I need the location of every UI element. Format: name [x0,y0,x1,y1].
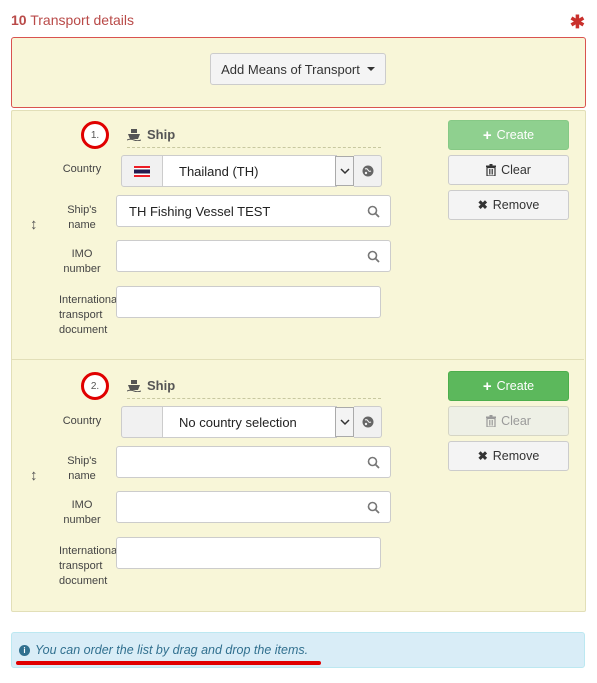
globe-icon [362,416,373,428]
section-title: 10 Transport details [11,12,134,28]
clear-button[interactable]: Clear [448,406,569,436]
ships-name-search-button[interactable] [356,446,391,478]
ship-icon [127,380,141,392]
item-number-badge: 2. [81,372,109,400]
imo-search-button[interactable] [356,491,391,523]
highlight-underline [16,661,321,665]
clear-button-label: Clear [501,163,531,177]
ships-name-label-line1: Ship's [67,204,97,216]
ships-name-label: Ship's name [58,203,106,233]
ships-name-label-line2: name [68,219,96,231]
ships-name-label: Ship's name [58,454,106,484]
search-icon [367,501,380,514]
imo-label-line2: number [63,514,101,526]
itd-label-line3: document [59,324,108,336]
itd-label-line2: transport [59,309,103,321]
imo-label-line2: number [63,263,101,275]
section-title-text: Transport details [30,12,134,28]
create-button-label: Create [496,379,535,393]
transport-type-heading: Ship [127,127,175,142]
itd-label: International transport document [59,544,116,589]
chevron-down-icon [339,167,350,174]
itd-label-line2: transport [59,560,103,572]
country-select-value: Thailand (TH) [179,163,259,179]
add-means-of-transport-button[interactable]: Add Means of Transport [210,53,386,85]
close-icon: ✖ [477,198,488,212]
country-select[interactable]: Thailand (TH) [163,155,337,187]
add-means-of-transport-label: Add Means of Transport [221,61,360,77]
remove-button[interactable]: ✖ Remove [448,441,569,471]
clear-button-label: Clear [501,414,531,428]
ships-name-input[interactable] [116,446,357,478]
ships-name-value: TH Fishing Vessel TEST [129,203,271,219]
plus-icon: + [482,377,492,395]
ships-name-input[interactable]: TH Fishing Vessel TEST [116,195,357,227]
itd-label-line1: International [59,294,116,306]
country-globe-button[interactable] [354,155,382,187]
thailand-flag-icon [134,165,150,177]
country-flag [121,155,163,187]
create-button[interactable]: + Create [448,371,569,401]
transport-type-label: Ship [147,127,176,142]
globe-icon [362,165,373,177]
section-number: 10 [11,12,27,28]
itd-label-line1: International [59,545,116,557]
drag-handle-icon[interactable]: ↕ [30,467,38,484]
heading-dashed-line [127,398,381,399]
transport-type-label: Ship [147,378,176,393]
transport-type-heading: Ship [127,378,175,393]
imo-input[interactable] [116,240,357,272]
heading-dashed-line [127,147,381,148]
ships-name-label-line2: name [68,470,96,482]
info-icon: i [19,645,30,656]
remove-button-label: Remove [492,449,540,463]
itd-label-line3: document [59,575,108,587]
ships-name-search-button[interactable] [356,195,391,227]
country-select-arrow[interactable] [335,407,354,437]
itd-label: International transport document [59,293,116,338]
itd-input[interactable] [116,537,381,569]
ship-icon [127,129,141,141]
remove-button-label: Remove [492,198,540,212]
create-button[interactable]: + Create [448,120,569,150]
imo-label-line1: IMO [71,248,93,260]
list-divider [12,359,584,360]
country-label: Country [62,415,102,427]
remove-button[interactable]: ✖ Remove [448,190,569,220]
country-globe-button[interactable] [354,406,382,438]
trash-icon [486,164,497,176]
clear-button[interactable]: Clear [448,155,569,185]
imo-label: IMO number [58,498,106,528]
country-select-value: No country selection [179,414,297,430]
item-number-badge: 1. [81,121,109,149]
itd-input[interactable] [116,286,381,318]
search-icon [367,250,380,263]
imo-label: IMO number [58,247,106,277]
drag-handle-icon[interactable]: ↕ [30,216,38,233]
search-icon [367,205,380,218]
country-select[interactable]: No country selection [163,406,337,438]
imo-search-button[interactable] [356,240,391,272]
required-asterisk-icon: ✱ [569,12,585,32]
info-message: You can order the list by drag and drop … [35,643,309,657]
trash-icon [486,415,497,427]
ships-name-label-line1: Ship's [67,455,97,467]
imo-label-line1: IMO [71,499,93,511]
country-label: Country [62,163,102,175]
country-select-arrow[interactable] [335,156,354,186]
create-button-label: Create [496,128,535,142]
caret-down-icon [366,67,375,71]
country-flag-empty [121,406,163,438]
search-icon [367,456,380,469]
close-icon: ✖ [477,449,488,463]
imo-input[interactable] [116,491,357,523]
plus-icon: + [482,126,492,144]
chevron-down-icon [339,418,350,425]
